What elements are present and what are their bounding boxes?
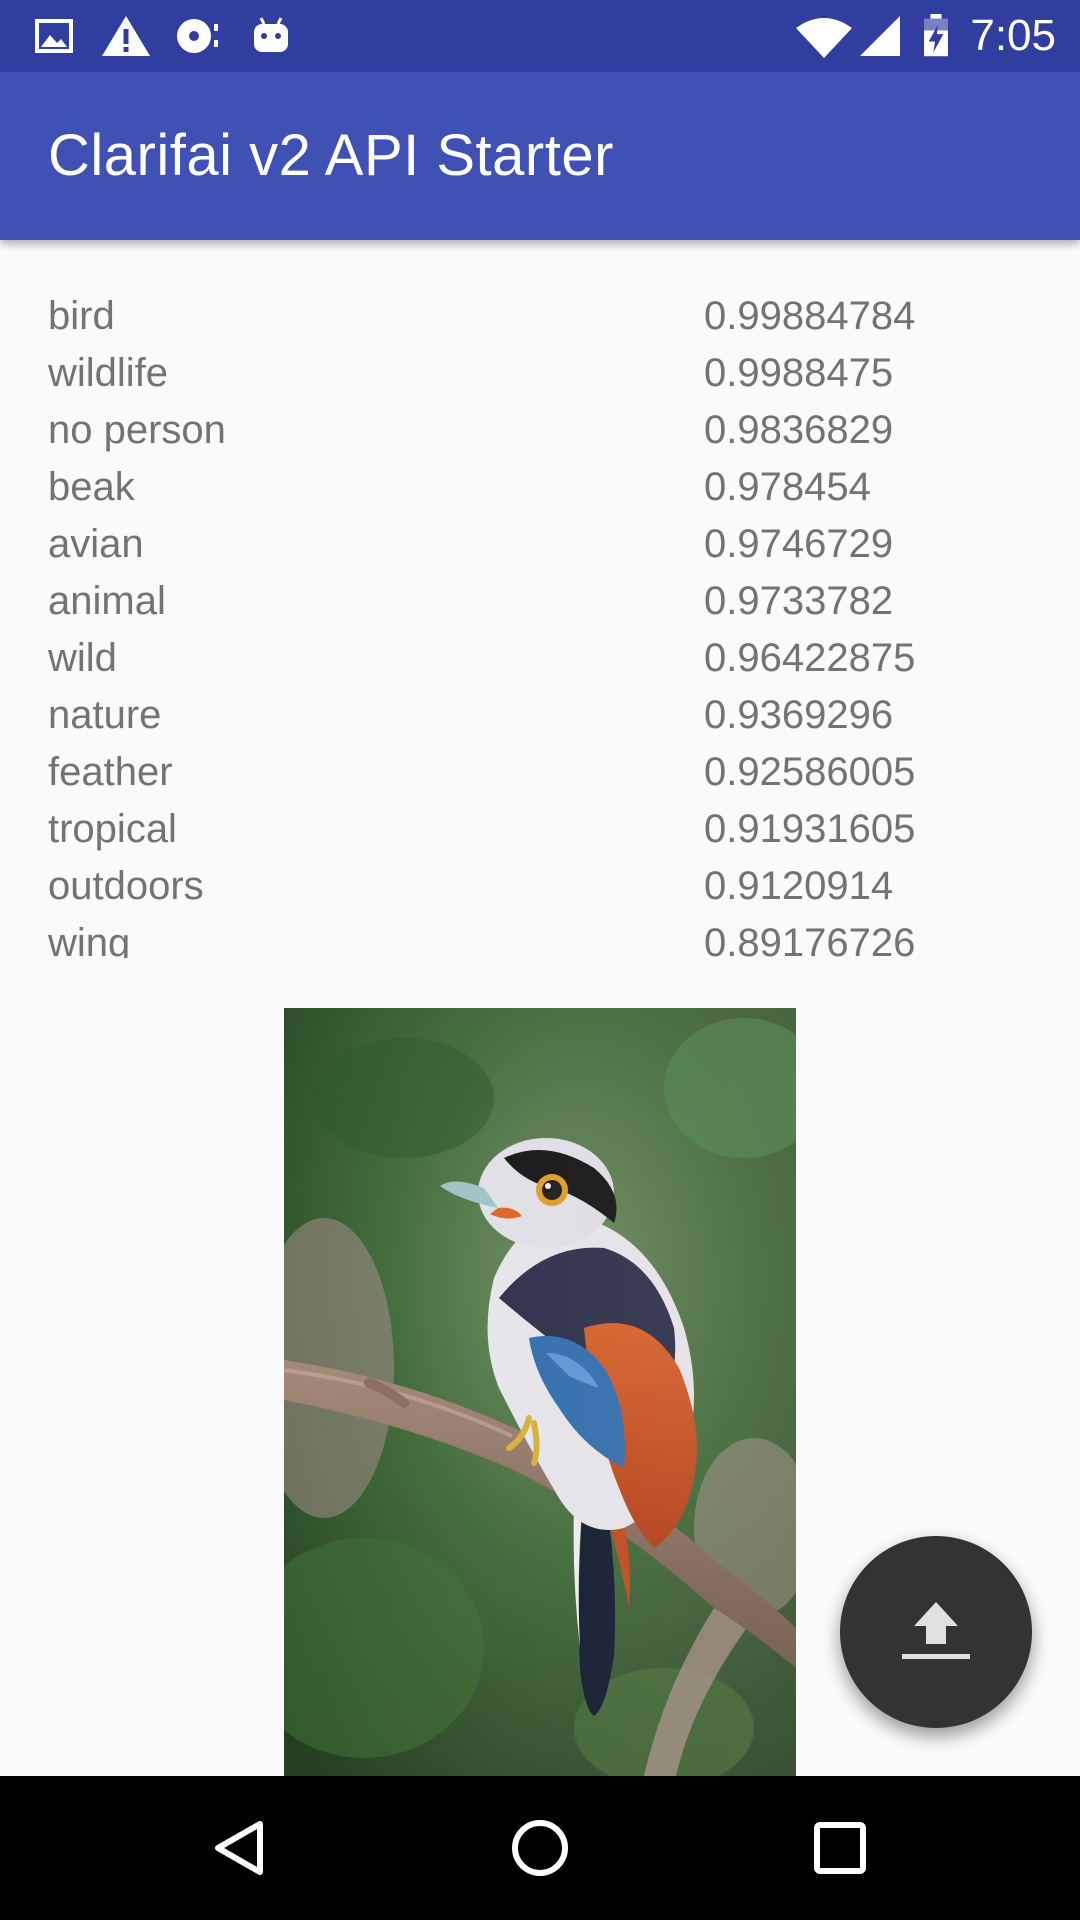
tag-confidence: 0.89176726 bbox=[704, 921, 916, 958]
list-item: nature 0.9369296 bbox=[0, 687, 1080, 744]
tag-confidence: 0.99884784 bbox=[704, 294, 916, 338]
tag-name: animal bbox=[48, 579, 166, 623]
tag-confidence: 0.978454 bbox=[704, 465, 871, 509]
status-bar: 7:05 bbox=[0, 0, 1080, 72]
tag-name: avian bbox=[48, 522, 144, 566]
list-item: beak 0.978454 bbox=[0, 459, 1080, 516]
nav-back-button[interactable] bbox=[190, 1798, 290, 1898]
tag-name: beak bbox=[48, 465, 135, 509]
tag-confidence: 0.92586005 bbox=[704, 750, 916, 794]
list-item: tropical 0.91931605 bbox=[0, 801, 1080, 858]
upload-button[interactable] bbox=[840, 1536, 1032, 1728]
tag-name: nature bbox=[48, 693, 162, 737]
list-item: animal 0.9733782 bbox=[0, 573, 1080, 630]
list-item: wildlife 0.9988475 bbox=[0, 345, 1080, 402]
list-item: bird 0.99884784 bbox=[0, 288, 1080, 345]
analyzed-photo bbox=[284, 1008, 796, 1776]
status-clock: 7:05 bbox=[970, 11, 1056, 60]
tag-confidence: 0.9988475 bbox=[704, 351, 894, 395]
app-bar: Clarifai v2 API Starter bbox=[0, 72, 1080, 240]
recents-icon bbox=[814, 1822, 866, 1874]
bird-image bbox=[284, 1008, 796, 1776]
list-item: feather 0.92586005 bbox=[0, 744, 1080, 801]
back-icon bbox=[215, 1821, 263, 1875]
nav-recents-button[interactable] bbox=[790, 1798, 890, 1898]
image-icon bbox=[35, 19, 73, 53]
list-item: outdoors 0.9120914 bbox=[0, 858, 1080, 915]
upload-icon bbox=[902, 1602, 970, 1659]
tag-name: no person bbox=[48, 408, 226, 452]
tag-name: wing bbox=[48, 921, 131, 958]
tag-confidence: 0.9369296 bbox=[704, 693, 894, 737]
tag-name: wild bbox=[48, 636, 117, 680]
tag-name: outdoors bbox=[48, 864, 204, 908]
tag-name: tropical bbox=[48, 807, 177, 851]
disc-icon bbox=[177, 19, 218, 53]
list-item: wing 0.89176726 bbox=[0, 915, 1080, 958]
navigation-bar bbox=[0, 1776, 1080, 1920]
home-icon bbox=[512, 1820, 568, 1876]
battery-charging-icon bbox=[924, 14, 948, 57]
list-item: avian 0.9746729 bbox=[0, 516, 1080, 573]
tag-name: feather bbox=[48, 750, 173, 794]
app-title: Clarifai v2 API Starter bbox=[48, 123, 614, 188]
nav-home-button[interactable] bbox=[490, 1798, 590, 1898]
tag-confidence: 0.96422875 bbox=[704, 636, 916, 680]
tag-confidence: 0.91931605 bbox=[704, 807, 916, 851]
tag-list[interactable]: bird 0.99884784 wildlife 0.9988475 no pe… bbox=[0, 288, 1080, 958]
tag-confidence: 0.9746729 bbox=[704, 522, 894, 566]
tag-confidence: 0.9836829 bbox=[704, 408, 894, 452]
list-item: wild 0.96422875 bbox=[0, 630, 1080, 687]
tag-confidence: 0.9733782 bbox=[704, 579, 894, 623]
warning-icon bbox=[102, 16, 150, 56]
tag-name: bird bbox=[48, 294, 115, 338]
android-icon bbox=[254, 17, 288, 52]
tag-confidence: 0.9120914 bbox=[704, 864, 894, 908]
signal-icon bbox=[860, 16, 900, 56]
wifi-icon bbox=[796, 18, 852, 58]
tag-name: wildlife bbox=[48, 351, 169, 395]
list-item: no person 0.9836829 bbox=[0, 402, 1080, 459]
